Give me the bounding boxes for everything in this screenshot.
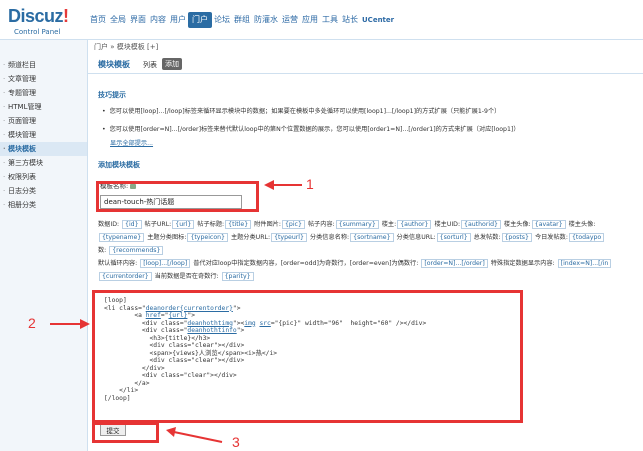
sidebar-item-channels[interactable]: 频道栏目 (0, 58, 87, 72)
nav-content[interactable]: 内容 (148, 12, 168, 28)
var-label: 楼主UID: (434, 221, 461, 228)
tab-bar: 模块模板 列表 添加 (88, 56, 643, 74)
var-tag[interactable]: {sortname} (350, 233, 394, 242)
var-tag[interactable]: [loop]...[/loop] (140, 259, 191, 268)
var-label: 附件图片: (254, 221, 281, 228)
var-tag[interactable]: {recommends} (109, 246, 164, 255)
var-label: 默认循环内容: (98, 260, 138, 267)
nav-operation[interactable]: 运营 (280, 12, 300, 28)
var-label: 帖子内容: (307, 221, 335, 228)
annotation-box-code (92, 290, 523, 423)
header: Discuz! Control Panel 首页 全局 界面 内容 用户 门户 … (0, 0, 643, 40)
nav-interface[interactable]: 界面 (128, 12, 148, 28)
var-label: 分类信息URL: (396, 234, 436, 241)
sidebar-item-pages[interactable]: 页面管理 (0, 114, 87, 128)
annotation-arrow-2-icon (50, 319, 90, 329)
annotation-number-1: 1 (306, 176, 314, 192)
var-label: 总发帖数: (473, 234, 501, 241)
show-all-tips-link[interactable]: 显示全部提示... (110, 138, 153, 147)
nav-apps[interactable]: 应用 (300, 12, 320, 28)
page-title: 模块模板 (98, 60, 130, 69)
vars-row-2: {typename} 主题分类图标: {typeicon} 主题分类URL: {ty… (98, 231, 643, 244)
top-nav: 首页 全局 界面 内容 用户 门户 论坛 群组 防灌水 运营 应用 工具 站长 … (88, 12, 396, 28)
var-label: 今日发帖数: (534, 234, 568, 241)
nav-portal[interactable]: 门户 (188, 12, 212, 28)
logo-subtitle: Control Panel (14, 28, 61, 36)
sidebar-item-third-party[interactable]: 第三方模块 (0, 156, 87, 170)
var-label: 楼主: (381, 221, 397, 228)
var-tag[interactable]: {parity} (221, 272, 254, 281)
var-label: 数据ID: (98, 221, 120, 228)
sidebar-item-blocks[interactable]: 模块管理 (0, 128, 87, 142)
var-tag[interactable]: {url} (172, 220, 195, 229)
var-label: 数: (98, 247, 107, 254)
annotation-number-3: 3 (232, 434, 240, 450)
var-tag[interactable]: {pic} (281, 220, 305, 229)
var-label: 楼主头像: (568, 221, 596, 228)
var-label: 当前数据是否在奇数行: (154, 273, 219, 280)
nav-home[interactable]: 首页 (88, 12, 108, 28)
sidebar-item-blog-categories[interactable]: 日志分类 (0, 184, 87, 198)
var-label: 分类信息名称: (309, 234, 350, 241)
breadcrumb: 门户 » 模块模板 [+] (94, 43, 159, 51)
var-tag[interactable]: {summary} (335, 220, 379, 229)
vars-row-4: 默认循环内容: [loop]...[/loop] 普代对应loop中指定数据内容… (98, 257, 643, 270)
var-label: 帖子标题: (197, 221, 225, 228)
var-tag[interactable]: {typename} (99, 233, 145, 242)
sidebar-item-permissions[interactable]: 权限列表 (0, 170, 87, 184)
sidebar-item-articles[interactable]: 文章管理 (0, 72, 87, 86)
nav-global[interactable]: 全局 (108, 12, 128, 28)
sidebar: 频道栏目 文章管理 专题管理 HTML管理 页面管理 模块管理 模块模板 第三方… (0, 40, 88, 451)
annotation-number-2: 2 (28, 315, 36, 331)
nav-forum[interactable]: 论坛 (212, 12, 232, 28)
tip-line-1: • 您可以使用[loop]...[/loop]标签来循环显示模块中的数据；如果要… (102, 108, 501, 115)
nav-group[interactable]: 群组 (232, 12, 252, 28)
var-tag[interactable]: [order=N]...[/order] (421, 259, 488, 268)
tip-line-2: • 您可以使用[order=N]...[/order]标签来替代默认loop中的… (102, 126, 520, 133)
annotation-arrow-1-icon (264, 180, 302, 190)
var-tag[interactable]: {posts} (501, 233, 532, 242)
sidebar-item-album-categories[interactable]: 相册分类 (0, 198, 87, 212)
sidebar-item-html[interactable]: HTML管理 (0, 100, 87, 114)
var-tag[interactable]: {typeicon} (187, 233, 228, 242)
template-variables: 数据ID: {id} 帖子URL: {url} 帖子标题: {title} 附件图片… (98, 218, 643, 283)
nav-admin[interactable]: 站长 (340, 12, 360, 28)
var-tag[interactable]: {title} (225, 220, 252, 229)
var-label: 帖子URL: (144, 221, 172, 228)
annotation-box-name (96, 181, 259, 212)
logo-text: Discuz! (8, 6, 69, 26)
nav-tools[interactable]: 工具 (320, 12, 340, 28)
nav-antispam[interactable]: 防灌水 (252, 12, 280, 28)
var-label: 楼主头像: (503, 221, 531, 228)
var-tag[interactable]: [index=N]...[/in (557, 259, 612, 268)
tab-list[interactable]: 列表 (143, 60, 157, 70)
var-tag[interactable]: {typeurl} (271, 233, 307, 242)
vars-row-1: 数据ID: {id} 帖子URL: {url} 帖子标题: {title} 附件图片… (98, 218, 643, 231)
var-tag[interactable]: {authorid} (461, 220, 501, 229)
sidebar-item-block-templates[interactable]: 模块模板 (0, 142, 87, 156)
annotation-arrow-3-icon (166, 427, 223, 443)
tips-title: 技巧提示 (98, 91, 126, 99)
nav-user[interactable]: 用户 (168, 12, 188, 28)
discuz-logo[interactable]: Discuz! Control Panel (8, 6, 88, 36)
var-tag[interactable]: {author} (397, 220, 432, 229)
vars-row-5: {currentorder} 当前数据是否在奇数行: {parity} (98, 270, 643, 283)
var-tag[interactable]: {sorturl} (436, 233, 471, 242)
var-label: 普代对应loop中指定数据内容，[order=odd]为奇数行，[order=e… (193, 260, 419, 267)
annotation-box-submit (92, 422, 159, 443)
add-section-title: 添加模块模板 (98, 161, 140, 169)
sidebar-item-topics[interactable]: 专题管理 (0, 86, 87, 100)
var-tag[interactable]: {todaypo (568, 233, 605, 242)
var-tag[interactable]: {currentorder} (99, 272, 152, 281)
var-label: 主题分类图标: (147, 234, 187, 241)
nav-ucenter[interactable]: UCenter (360, 12, 396, 28)
var-tag[interactable]: {avatar} (531, 220, 566, 229)
vars-row-3: 数: {recommends} (98, 244, 643, 257)
var-tag[interactable]: {id} (122, 220, 142, 229)
var-label: 特殊指定数据显示内容: (490, 260, 555, 267)
tab-add[interactable]: 添加 (162, 58, 182, 70)
var-label: 主题分类URL: (230, 234, 271, 241)
